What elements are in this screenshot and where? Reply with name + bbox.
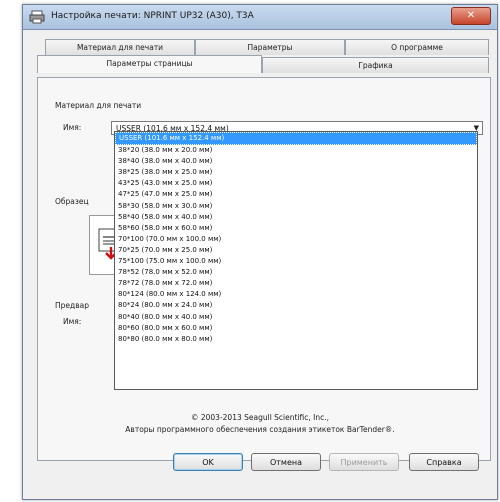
presets-name-label: Имя: [63,317,82,326]
media-group-label: Материал для печати [55,101,142,110]
dropdown-option[interactable]: 80*124 (80.0 мм x 124.0 мм) [115,289,477,300]
window-title: Настройка печати: NPRINT UP32 (A30), Т3А [51,11,254,21]
tab-about[interactable]: О программе [345,39,489,55]
close-button[interactable]: ✕ [451,7,491,25]
dropdown-option[interactable]: 38*25 (38.0 мм x 25.0 мм) [115,167,477,178]
printer-icon [29,10,45,24]
preview-group-label: Образец [55,197,89,206]
ok-button[interactable]: OK [173,453,243,471]
tab-graphics[interactable]: Графика [262,57,489,73]
dropdown-option[interactable]: 80*60 (80.0 мм x 60.0 мм) [115,323,477,334]
dropdown-option[interactable]: 78*72 (78.0 мм x 72.0 мм) [115,278,477,289]
dropdown-option[interactable]: 58*40 (58.0 мм x 40.0 мм) [115,212,477,223]
dropdown-option[interactable]: 58*60 (58.0 мм x 60.0 мм) [115,223,477,234]
dropdown-option[interactable]: 75*100 (75.0 мм x 100.0 мм) [115,256,477,267]
dropdown-option[interactable]: 80*40 (80.0 мм x 40.0 мм) [115,312,477,323]
authors-text: Авторы программного обеспечения создания… [125,425,395,434]
tab-media[interactable]: Материал для печати [45,39,195,55]
copyright-text: © 2003-2013 Seagull Scientific, Inc., [190,413,330,422]
dropdown-option[interactable]: 38*20 (38.0 мм x 20.0 мм) [115,145,477,156]
title-bar[interactable]: Настройка печати: NPRINT UP32 (A30), Т3А… [23,5,497,30]
dropdown-option[interactable]: USSER (101.6 мм x 152.4 мм) [115,132,477,146]
dropdown-option[interactable]: 43*25 (43.0 мм x 25.0 мм) [115,178,477,189]
dropdown-option[interactable]: 47*25 (47.0 мм x 25.0 мм) [115,189,477,200]
dropdown-option[interactable]: 70*25 (70.0 мм x 25.0 мм) [115,245,477,256]
dropdown-option[interactable]: 78*52 (78.0 мм x 52.0 мм) [115,267,477,278]
tab-options[interactable]: Параметры [195,39,345,55]
cancel-button[interactable]: Отмена [251,453,321,471]
dropdown-option[interactable]: 70*100 (70.0 мм x 100.0 мм) [115,234,477,245]
dropdown-option[interactable]: 58*30 (58.0 мм x 30.0 мм) [115,201,477,212]
apply-button[interactable]: Применить [329,453,399,471]
media-dropdown-list[interactable]: USSER (101.6 мм x 152.4 мм) 38*20 (38.0 м… [114,131,478,390]
dropdown-option[interactable]: 80*24 (80.0 мм x 24.0 мм) [115,300,477,311]
dropdown-option[interactable]: 38*40 (38.0 мм x 40.0 мм) [115,156,477,167]
tab-page-setup[interactable]: Параметры страницы [37,55,262,73]
presets-group-label: Предвар [55,301,89,310]
help-button[interactable]: Справка [409,453,479,471]
media-name-label: Имя: [63,123,82,132]
dropdown-option[interactable]: 80*80 (80.0 мм x 80.0 мм) [115,334,477,345]
